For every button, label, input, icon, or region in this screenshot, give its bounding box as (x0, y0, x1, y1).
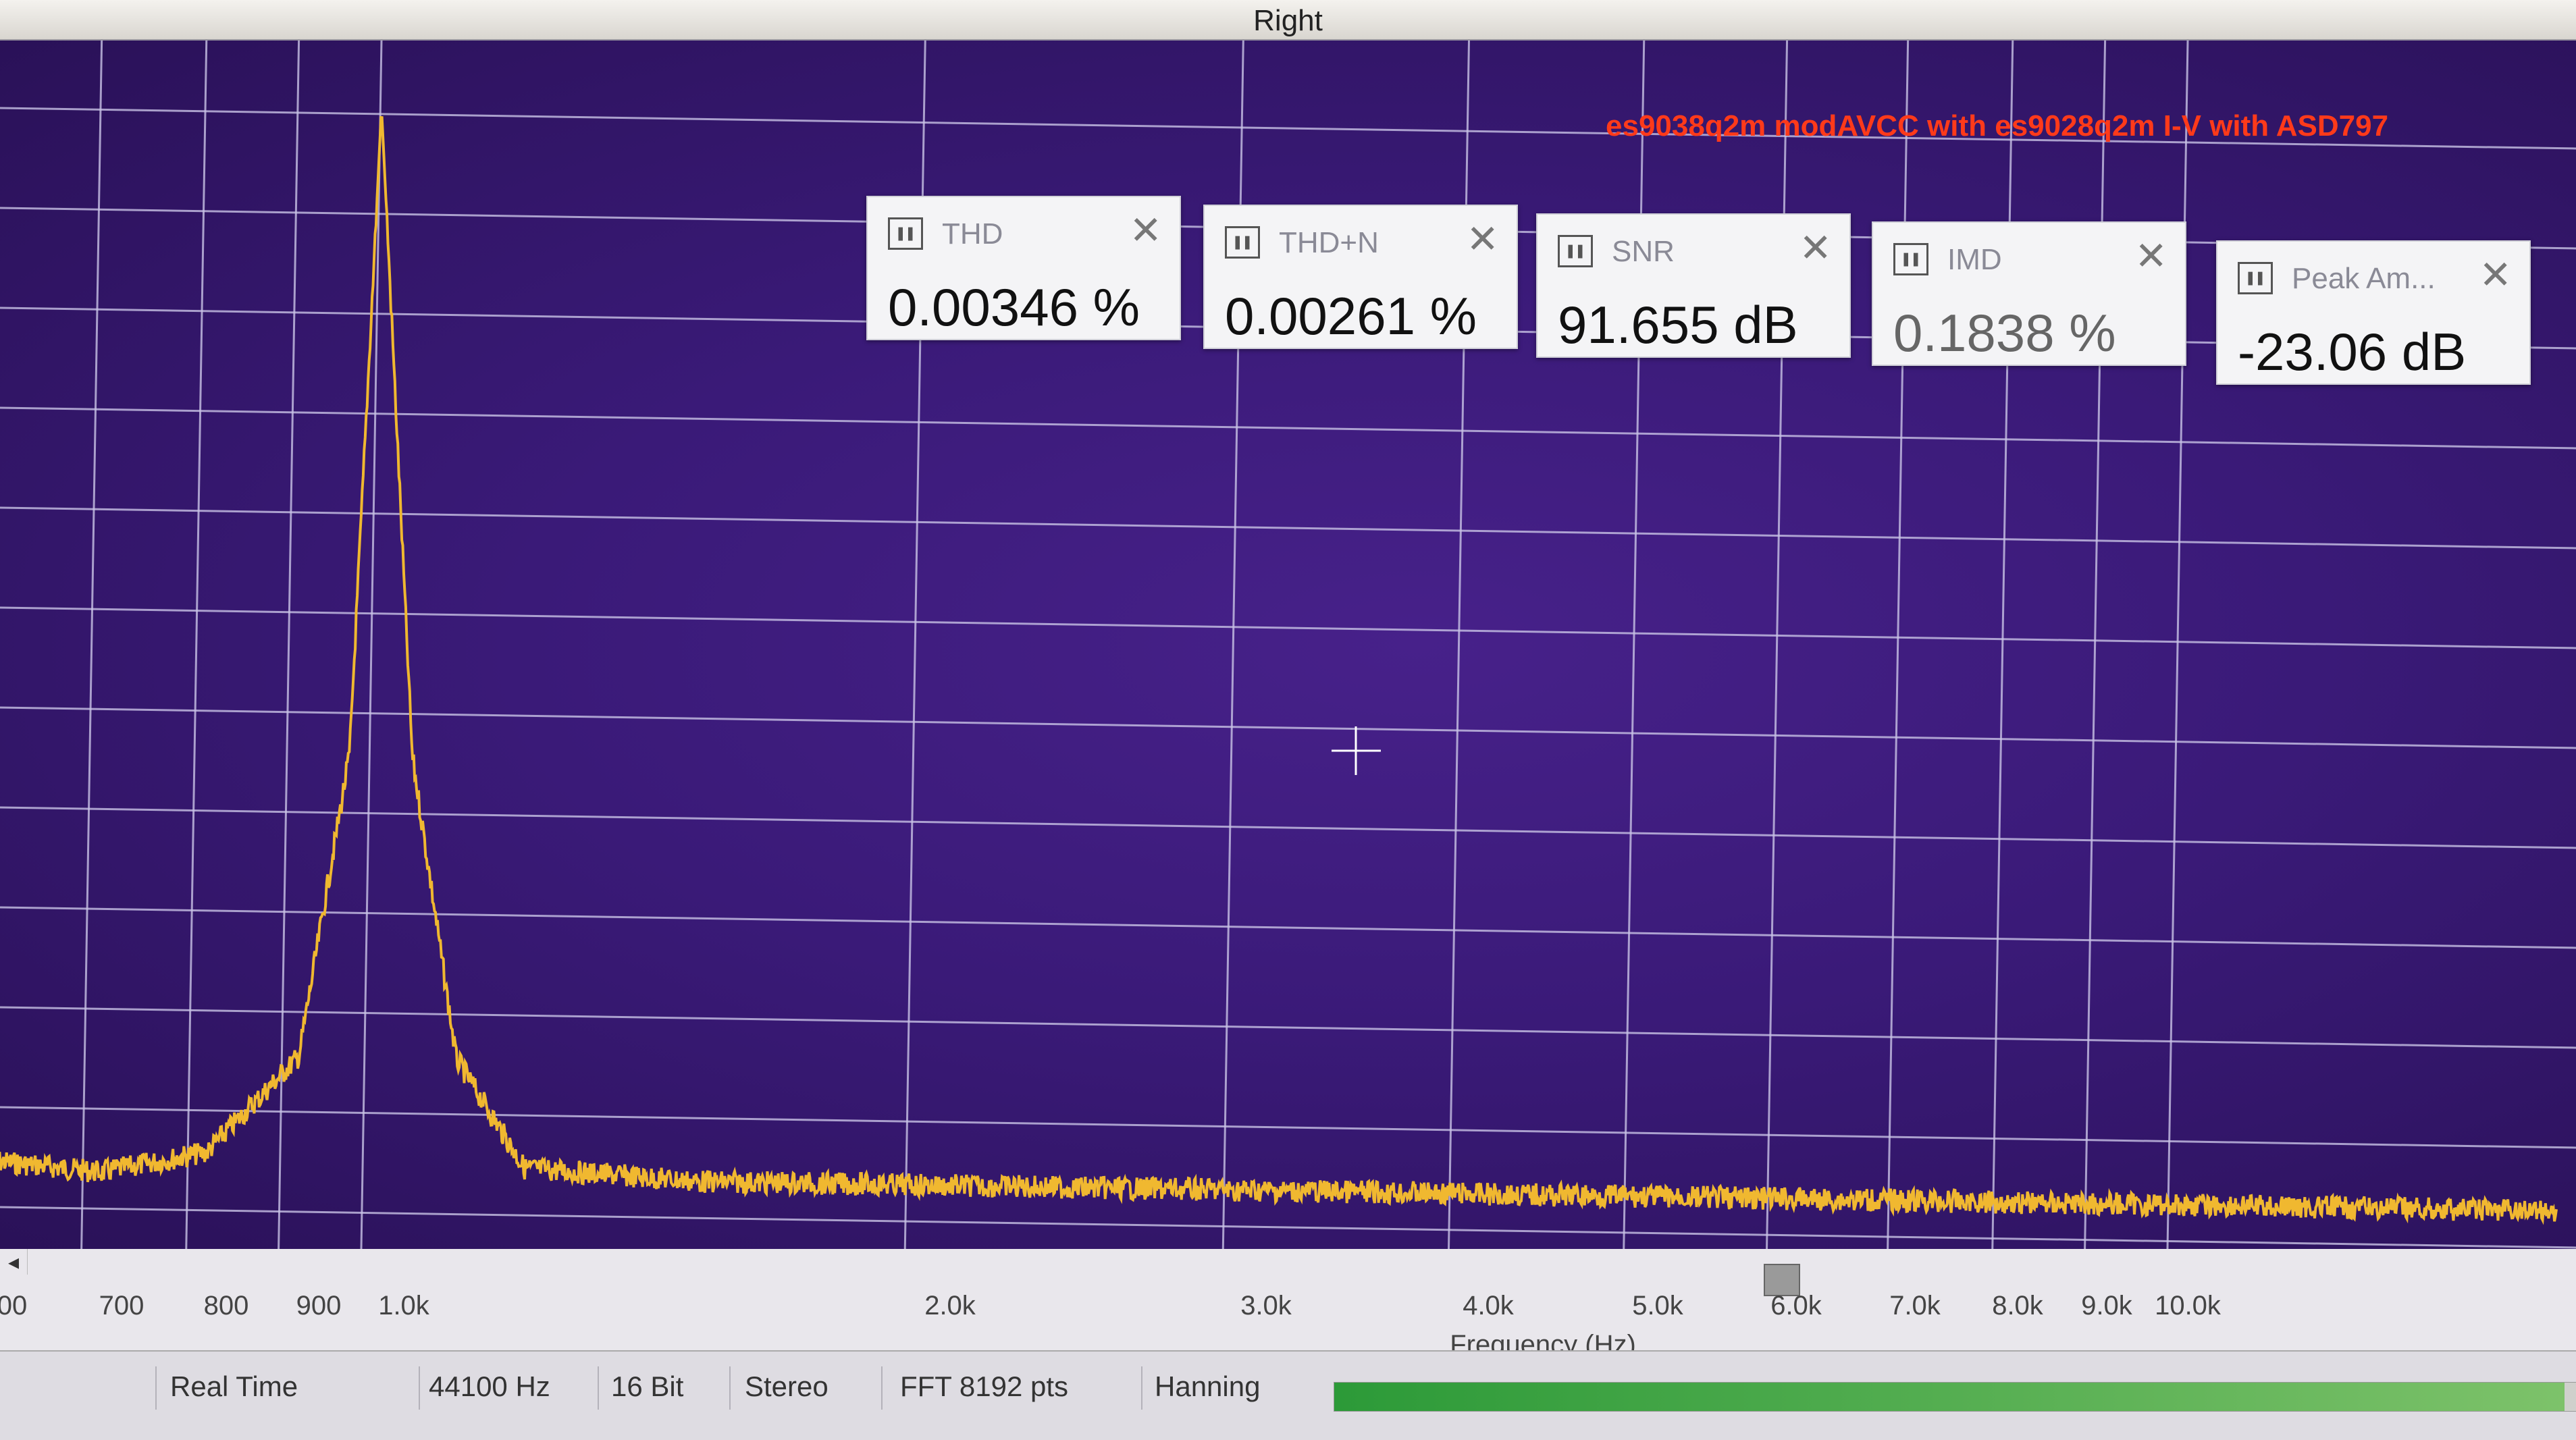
status-separator (155, 1366, 157, 1410)
meter-value: 0.00261 % (1225, 286, 1477, 346)
grid-line-horizontal (0, 506, 2576, 550)
grid-line-horizontal (0, 406, 2576, 450)
measurement-annotation: es9038q2m modAVCC with es9028q2m I-V wit… (1606, 109, 2389, 142)
pause-icon[interactable]: ❚❚ (888, 217, 923, 250)
status-bit-depth[interactable]: 16 Bit (611, 1370, 683, 1403)
grid-line-horizontal (0, 1006, 2576, 1049)
meter-label: IMD (1947, 243, 2002, 276)
window-title: Right (1253, 4, 1323, 37)
status-separator (1141, 1366, 1142, 1410)
grid-line-horizontal (0, 806, 2576, 849)
x-tick-label: 9.0k (2081, 1291, 2132, 1321)
pause-icon[interactable]: ❚❚ (1558, 235, 1593, 267)
input-level-meter (1334, 1382, 2576, 1412)
pause-icon[interactable]: ❚❚ (1225, 226, 1260, 259)
status-channels[interactable]: Stereo (745, 1370, 829, 1403)
meter-value: 91.655 dB (1558, 295, 1798, 354)
x-tick-label: 8.0k (1992, 1291, 2043, 1321)
x-tick-label: 6.0k (1770, 1291, 1822, 1321)
meter-label: Peak Am... (2292, 262, 2436, 295)
grid-line-horizontal (0, 1106, 2576, 1149)
meter-label: THD (942, 217, 1003, 250)
snr-meter[interactable]: ❚❚ SNR ✕ 91.655 dB (1536, 213, 1851, 358)
close-icon[interactable]: ✕ (1466, 218, 1499, 261)
window-titlebar: Right (0, 0, 2576, 41)
x-tick-label: 3.0k (1240, 1291, 1292, 1321)
grid-line-horizontal (0, 706, 2576, 749)
meter-value: 0.00346 % (888, 277, 1140, 337)
grid-line-horizontal (0, 1206, 2576, 1249)
meter-label: SNR (1612, 235, 1675, 268)
close-icon[interactable]: ✕ (1799, 227, 1832, 270)
status-fft-size[interactable]: FFT 8192 pts (900, 1370, 1068, 1403)
pause-icon[interactable]: ❚❚ (1893, 243, 1928, 275)
status-sample-rate[interactable]: 44100 Hz (429, 1370, 550, 1403)
x-tick-label: 10.0k (2155, 1291, 2221, 1321)
peak-amplitude-meter[interactable]: ❚❚ Peak Am... ✕ -23.06 dB (2216, 240, 2531, 385)
grid-line-vertical (185, 41, 208, 1249)
status-bar: Real Time 44100 Hz 16 Bit Stereo FFT 819… (0, 1350, 2576, 1440)
status-separator (598, 1366, 599, 1410)
grid-line-vertical (360, 41, 383, 1249)
x-tick-label: 5.0k (1632, 1291, 1683, 1321)
x-tick-label: 900 (296, 1291, 342, 1321)
x-tick-label: 1.0k (378, 1291, 429, 1321)
input-level-fill (1334, 1383, 2565, 1411)
scroll-left-arrow-icon[interactable]: ◂ (0, 1249, 28, 1275)
close-icon[interactable]: ✕ (2134, 235, 2167, 278)
x-tick-label: 4.0k (1463, 1291, 1514, 1321)
status-separator (419, 1366, 420, 1410)
close-icon[interactable]: ✕ (1129, 209, 1162, 252)
x-tick-label: 700 (99, 1291, 144, 1321)
meter-value: -23.06 dB (2238, 322, 2467, 381)
grid-line-horizontal (0, 906, 2576, 949)
spectrum-plot[interactable]: es9038q2m modAVCC with es9028q2m I-V wit… (0, 41, 2576, 1249)
grid-line-horizontal (0, 606, 2576, 649)
grid-line-vertical (80, 41, 103, 1249)
close-icon[interactable]: ✕ (2479, 254, 2512, 297)
thd-n-meter[interactable]: ❚❚ THD+N ✕ 0.00261 % (1203, 205, 1518, 349)
meter-label: THD+N (1279, 226, 1379, 259)
x-tick-label: 00 (0, 1291, 28, 1321)
imd-meter[interactable]: ❚❚ IMD ✕ 0.1838 % (1872, 221, 2186, 366)
status-mode[interactable]: Real Time (170, 1370, 298, 1403)
meter-value: 0.1838 % (1893, 303, 2116, 363)
thd-meter[interactable]: ❚❚ THD ✕ 0.00346 % (866, 196, 1181, 340)
status-separator (729, 1366, 731, 1410)
pause-icon[interactable]: ❚❚ (2238, 262, 2273, 294)
crosshair-cursor (1332, 726, 1381, 775)
status-window[interactable]: Hanning (1155, 1370, 1260, 1403)
status-separator (881, 1366, 883, 1410)
x-tick-label: 800 (203, 1291, 249, 1321)
frequency-axis: ◂ 00 700 800 900 1.0k 2.0k 3.0k 4.0k 5.0… (0, 1249, 2576, 1360)
x-tick-label: 2.0k (924, 1291, 976, 1321)
x-tick-label: 7.0k (1889, 1291, 1941, 1321)
